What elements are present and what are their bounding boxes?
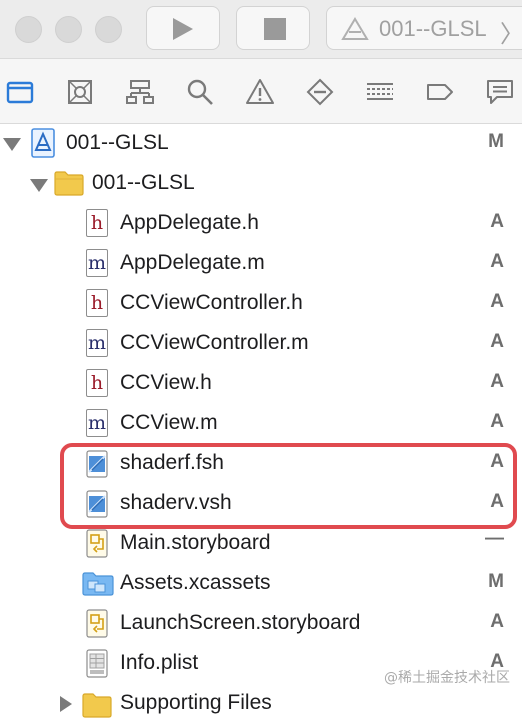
scheme-selector[interactable]: 001--GLSL 〉 [326,6,522,50]
tree-row-file[interactable]: Assets.xcassets M [0,564,522,604]
source-control-icon[interactable] [66,78,94,106]
scm-status-badge: A [490,611,504,632]
scm-status-badge: — [485,528,504,549]
tree-row-file[interactable]: m CCView.m A [0,404,522,444]
play-icon [173,18,193,40]
header-file-icon: h [86,209,110,239]
tree-row-label: CCView.h [120,371,212,394]
watermark: @稀土掘金技术社区 [384,670,510,686]
xcode-project-file-icon [31,128,55,158]
scm-status-badge: M [488,571,504,592]
disclosure-closed-icon[interactable] [60,696,72,712]
highlight-annotation [60,443,517,529]
tree-row-group[interactable]: Supporting Files [0,684,522,724]
tree-row-label: Assets.xcassets [120,571,271,594]
plist-icon [86,649,108,678]
objc-file-icon: m [86,249,110,279]
disclosure-open-icon[interactable] [30,179,48,192]
tree-row-group[interactable]: 001--GLSL [0,164,522,204]
header-file-icon: h [86,289,110,319]
minimize-window-button[interactable] [55,16,82,43]
chevron-right-icon: 〉 [500,21,522,48]
project-navigator-tree: 001--GLSL M 001--GLSL h AppDelegate.h A … [0,124,522,718]
xcode-project-icon [341,17,369,40]
tree-row-file[interactable]: m AppDelegate.m A [0,244,522,284]
tree-row-file[interactable]: Main.storyboard — [0,524,522,564]
scm-status-badge: A [490,411,504,432]
tree-row-file[interactable]: h AppDelegate.h A [0,204,522,244]
objc-file-icon: m [86,409,110,439]
scheme-label: 001--GLSL [379,16,487,41]
window-titlebar: 001--GLSL 〉 [0,0,522,58]
scm-status-badge: A [490,291,504,312]
disclosure-open-icon[interactable] [3,138,21,151]
speech-bubble-icon[interactable] [486,78,514,106]
hierarchy-icon[interactable] [126,78,154,106]
tree-row-project[interactable]: 001--GLSL M [0,124,522,164]
run-button[interactable] [146,6,220,50]
folder-group-icon [82,693,112,718]
tree-row-label: AppDelegate.h [120,211,259,234]
tree-row-label: CCView.m [120,411,218,434]
stop-button[interactable] [236,6,310,50]
tree-row-file[interactable]: m CCViewController.m A [0,324,522,364]
storyboard-icon [86,529,108,558]
list-icon[interactable] [366,78,394,106]
tree-row-label: 001--GLSL [66,131,169,154]
close-window-button[interactable] [15,16,42,43]
tree-row-label: 001--GLSL [92,171,195,194]
diamond-icon[interactable] [306,78,334,106]
folder-group-icon [54,171,84,196]
breakpoint-icon[interactable] [426,78,454,106]
warning-icon[interactable] [246,78,274,106]
scm-status-badge: M [488,131,504,152]
stop-icon [264,18,286,40]
tree-row-label: Info.plist [120,651,199,674]
header-file-icon: h [86,369,110,399]
tree-row-file[interactable]: h CCView.h A [0,364,522,404]
folder-icon[interactable] [6,78,34,106]
tree-row-file[interactable]: LaunchScreen.storyboard A [0,604,522,644]
search-icon[interactable] [186,78,214,106]
scm-status-badge: A [490,251,504,272]
tree-row-label: Main.storyboard [120,531,271,554]
objc-file-icon: m [86,329,110,359]
scm-status-badge: A [490,211,504,232]
tree-row-label: LaunchScreen.storyboard [120,611,361,634]
navigator-tab-bar [0,58,522,124]
scm-status-badge: A [490,331,504,352]
tree-row-label: CCViewController.m [120,331,309,354]
tree-row-label: Supporting Files [120,691,272,714]
tree-row-label: AppDelegate.m [120,251,265,274]
zoom-window-button[interactable] [95,16,122,43]
scm-status-badge: A [490,371,504,392]
tree-row-label: CCViewController.h [120,291,303,314]
assets-folder-icon [82,572,114,596]
tree-row-file[interactable]: h CCViewController.h A [0,284,522,324]
storyboard-icon [86,609,108,638]
